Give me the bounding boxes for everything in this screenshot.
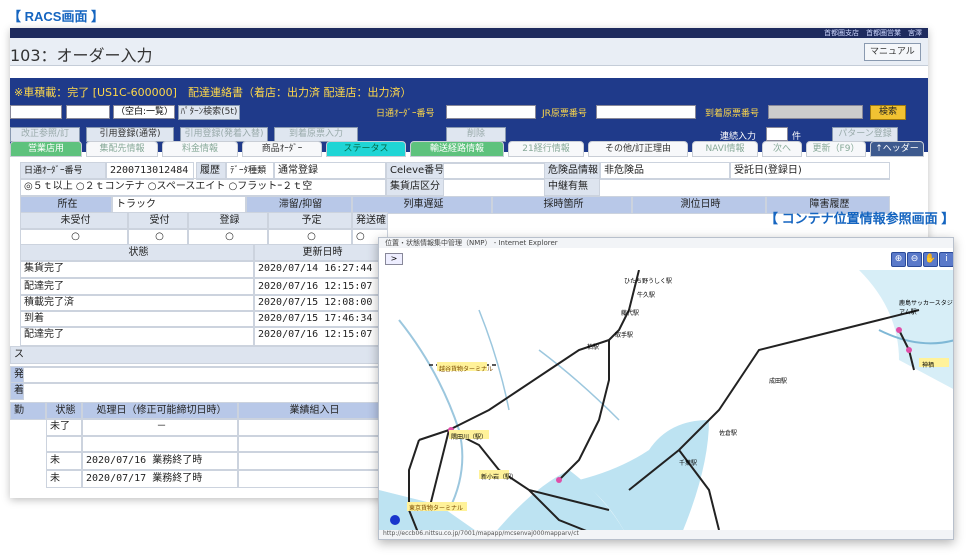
user-strip: 首都圏支店 首都圏営業 宮澤 [10,28,928,38]
map-screen-label: 【 コンテナ位置情報参照画面 】 [765,211,955,226]
map-toggle-button[interactable]: > [385,253,403,265]
tab-21-route[interactable]: 21経行情報 [508,141,584,157]
tab-status[interactable]: ステータス [326,141,406,157]
quote-register-button[interactable]: 引用登録(通常) [86,127,174,142]
order-no-input[interactable] [446,105,536,119]
arr-cell [124,382,388,384]
work-date: 2020/07/16 業務終了時 [82,452,238,470]
work-perf [238,418,388,436]
station-label: 牛久駅 [637,292,656,299]
relay-label: 中継有無 [544,178,600,196]
order-no-label: 日通ｵｰﾀﾞｰ番号 [376,109,435,119]
history-time: 2020/07/16 12:15:07 [254,326,388,346]
update-button[interactable]: 更新（F9） [806,141,866,157]
jr-no-input[interactable] [596,105,696,119]
header-button[interactable]: ↑ヘッダー [870,141,924,157]
jr-no-label: JR原票番号 [542,109,587,119]
quote-swap-button[interactable]: 引用登録(発着入替) [180,127,268,142]
station-label: 東京貨物ターミナル [409,505,464,512]
status-bar-url: http://eccb06.nittsu.co.jp/7001/mapapp/m… [379,530,953,539]
station-label: 越谷貨物ターミナル [439,366,494,373]
station-label: 神栖 [922,362,935,369]
map-window: 位置・状態情報集中管理（NMP） - Internet Explorer > ⊕… [378,237,954,540]
load-status-text: ※車積載：完了 [US1C-600000] 配達連絡書（着店：出力済 配達店：出… [14,86,412,99]
tab-fee[interactable]: 料金情報 [162,141,238,157]
work-side-label: 勤 [10,402,46,420]
work-state: 未 [46,452,82,470]
station-label: 隅田川（駅） [451,434,488,441]
arrival-no-label: 到着原票番号 [705,109,760,119]
search-button[interactable]: 検索 [870,105,906,120]
work-perf [238,470,388,488]
arr-cell [24,382,124,384]
history-state: 集貨完了 [20,260,254,278]
arr-label: 着 [10,382,24,400]
station-label: 成田駅 [769,378,788,385]
tab-route[interactable]: 輸送経路情報 [410,141,504,157]
celeve-value [444,162,544,164]
station-label: 佐倉駅 [719,430,738,437]
work-state: 未 [46,470,82,488]
revise-ref-button[interactable]: 改正参照/訂 [10,127,80,142]
hand-icon[interactable]: ✋ [923,252,938,267]
next-button[interactable]: 次へ [762,141,802,157]
collect-value [444,178,544,180]
dep-cell [24,366,124,368]
station-label: 藤代駅 [621,310,640,317]
page-title: 103：オーダー入力 [10,46,153,65]
work-date: 2020/07/17 業務終了時 [82,470,238,488]
arrival-no-input[interactable] [768,105,863,119]
station-label: 柏駅 [587,344,600,351]
work-perf [238,452,388,470]
work-date: － [82,418,238,436]
tab-other[interactable]: その他/訂正理由 [588,141,688,157]
tab-pickup[interactable]: 集配先情報 [86,141,158,157]
pattern-search-button[interactable]: ﾊﾟﾀｰﾝ検索(5t) [178,105,240,120]
station-label: ひたち野うしく駅 [624,278,673,285]
zoom-in-icon[interactable]: ⊕ [891,252,906,267]
info-icon[interactable]: i [939,252,953,267]
continuous-count-input[interactable] [766,127,788,141]
pattern-register-button[interactable]: パターン登録 [832,127,898,142]
current-position-marker [390,515,400,525]
zoom-out-icon[interactable]: ⊖ [907,252,922,267]
relay-value [600,178,890,180]
dep-cell [124,366,388,368]
load-place-label: 採時箇所 [492,196,632,214]
history-time: 2020/07/14 16:27:44 [254,260,388,278]
tab-navi[interactable]: NAVI情報 [692,141,758,157]
work-state [46,436,82,452]
station-label: 千葉駅 [679,460,698,467]
station-label: 鹿島サッカースタジアム駅 [899,300,953,316]
manual-button[interactable]: マニュアル [864,43,921,61]
work-date [82,436,238,452]
rail-map[interactable] [379,270,954,540]
work-state: 未了 [46,418,82,436]
delete-button[interactable]: 削除 [446,127,506,142]
work-perf [238,436,388,452]
empty-list-select[interactable]: （空白:一覧） [113,105,175,119]
measure-time-label: 測位日時 [632,196,766,214]
field-a[interactable] [10,105,62,119]
field-b[interactable] [66,105,110,119]
collect-label: 集貨店区分 [386,178,444,196]
title-bar: 103：オーダー入力 マニュアル [10,38,928,66]
history-state: 配達完了 [20,326,254,346]
container-type-radios[interactable]: ◎５ｔ以上 ○２ｔコンテナ ○スペースエイト ○フラットｰ２ｔ空 [20,178,386,196]
racs-screen-label: 【 RACS画面 】 [8,9,105,24]
station-label: 取手駅 [615,332,634,339]
section-label: ス [10,346,388,364]
tab-branch[interactable]: 営業店用 [10,141,82,157]
arrival-input-button[interactable]: 到着原票入力 [274,127,358,142]
tab-product-order[interactable]: 商品ｵｰﾀﾞｰ [242,141,322,157]
station-label: 新小岩（駅） [481,474,518,481]
map-window-title: 位置・状態情報集中管理（NMP） - Internet Explorer [379,238,953,248]
tab-bar: 営業店用 集配先情報 料金情報 商品ｵｰﾀﾞｰ ステータス 輸送経路情報 21経… [10,141,928,159]
